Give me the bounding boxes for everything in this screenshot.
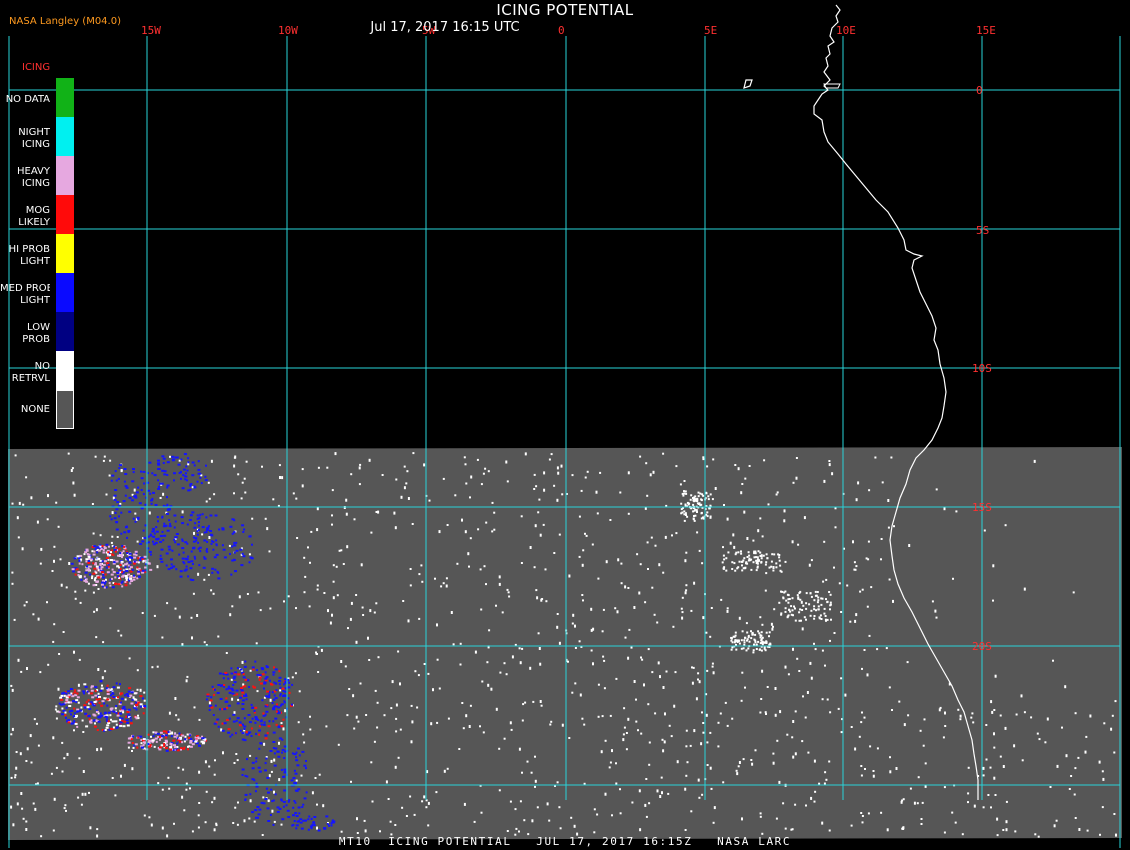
- lat-label-0: 0: [976, 84, 983, 97]
- legend-label-med-prob-light: MED PROB LIGHT: [0, 283, 50, 306]
- footer-caption: MT10 ICING POTENTIAL JUL 17, 2017 16:15Z…: [338, 835, 792, 848]
- legend-swatch-none: [56, 390, 74, 429]
- legend-label-low-prob: LOW PROB: [22, 322, 50, 345]
- legend-swatch-mog-likely: [56, 195, 74, 234]
- map-canvas: 15W 10W 5W 0 5E 10E 15E 0 5S 10S 15S 20S: [8, 4, 1122, 848]
- bioko-island: [743, 79, 753, 89]
- producer-label: NASA Langley (M04.0): [9, 16, 121, 27]
- lat-label-15s: 15S: [972, 501, 992, 514]
- icing-potential-map: 15W 10W 5W 0 5E 10E 15E 0 5S 10S 15S 20S…: [0, 0, 1130, 850]
- legend-label-mog-likely: MOG LIKELY: [18, 205, 50, 228]
- legend-label-none: NONE: [20, 404, 50, 415]
- map-timestamp: Jul 17, 2017 16:15 UTC: [370, 20, 520, 35]
- retrieval-region: [8, 447, 1122, 840]
- legend-label-heavy-icing: HEAVY ICING: [17, 166, 50, 189]
- legend-swatch-med-prob-light: [56, 273, 74, 312]
- legend-label-no-retrieval: NO RETRVL: [11, 361, 50, 384]
- lat-label-10s: 10S: [972, 362, 992, 375]
- legend-swatch-hi-prob-light: [56, 234, 74, 273]
- legend-label-hi-prob-light: HI PROB LIGHT: [8, 244, 50, 267]
- lat-label-20s: 20S: [972, 640, 992, 653]
- map-title: ICING POTENTIAL: [496, 1, 634, 19]
- legend-swatch-low-prob: [56, 312, 74, 351]
- legend-title: ICING: [22, 62, 51, 73]
- legend-swatch-night-icing: [56, 117, 74, 156]
- sao-tome-island: [823, 83, 841, 89]
- legend-swatch-no-retrieval: [56, 351, 74, 390]
- legend-label-no-data: NO DATA: [5, 94, 50, 105]
- legend-label-night-icing: NIGHT ICING: [18, 127, 50, 150]
- lat-label-5s: 5S: [976, 224, 989, 237]
- legend-swatch-heavy-icing: [56, 156, 74, 195]
- legend-swatch-no-data: [56, 78, 74, 117]
